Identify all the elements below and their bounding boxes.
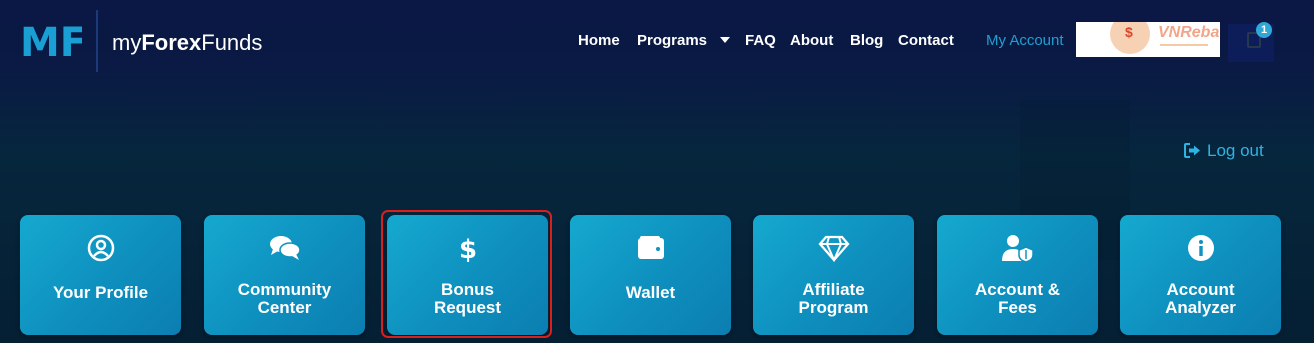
nav-blog[interactable]: Blog (850, 32, 883, 49)
nav-programs[interactable]: Programs (637, 32, 707, 49)
nav-home[interactable]: Home (578, 32, 620, 49)
card-community-center[interactable]: Community Center (204, 215, 365, 335)
brand-name[interactable]: myForexFunds (112, 30, 262, 56)
watermark-dollar-icon: $ (1125, 24, 1133, 40)
nav-about[interactable]: About (790, 32, 833, 49)
card-wallet[interactable]: Wallet (570, 215, 731, 335)
watermark-overlay: $ VNRebate (1076, 22, 1220, 57)
cart-count-badge: 1 (1256, 22, 1272, 38)
diamond-icon (817, 235, 850, 262)
comments-icon (269, 236, 301, 260)
wallet-icon (637, 236, 664, 259)
chevron-down-icon[interactable] (720, 37, 730, 43)
card-label: Community Center (237, 280, 332, 317)
sign-out-icon (1184, 143, 1200, 158)
nav-contact[interactable]: Contact (898, 32, 954, 49)
user-circle-icon (87, 234, 114, 262)
logout-label: Log out (1207, 141, 1264, 160)
watermark-logo-text: VNRebate (1158, 24, 1220, 41)
logout-link[interactable]: Log out (1184, 141, 1264, 161)
info-circle-icon (1187, 235, 1214, 261)
mff-logo-icon[interactable]: MFF (20, 16, 82, 64)
site-header: MFF myForexFunds Home Programs FAQ About… (0, 0, 1314, 90)
card-label: Account Analyzer (1165, 280, 1236, 317)
card-your-profile[interactable]: Your Profile (20, 215, 181, 335)
card-account-fees[interactable]: Account & Fees (937, 215, 1098, 335)
watermark-underline (1160, 44, 1208, 46)
card-account-analyzer[interactable]: Account Analyzer (1120, 215, 1281, 335)
nav-faq[interactable]: FAQ (745, 32, 776, 49)
card-label: Wallet (625, 283, 676, 302)
card-label: Your Profile (52, 283, 149, 302)
card-label: Affiliate Program (798, 280, 869, 317)
card-affiliate-program[interactable]: Affiliate Program (753, 215, 914, 335)
my-account-link[interactable]: My Account (986, 32, 1064, 49)
highlight-frame (381, 210, 552, 338)
card-label: Account & Fees (975, 280, 1060, 317)
svg-text:MFF: MFF (20, 20, 82, 64)
user-shield-icon (1001, 235, 1034, 263)
logo-divider (96, 10, 98, 72)
